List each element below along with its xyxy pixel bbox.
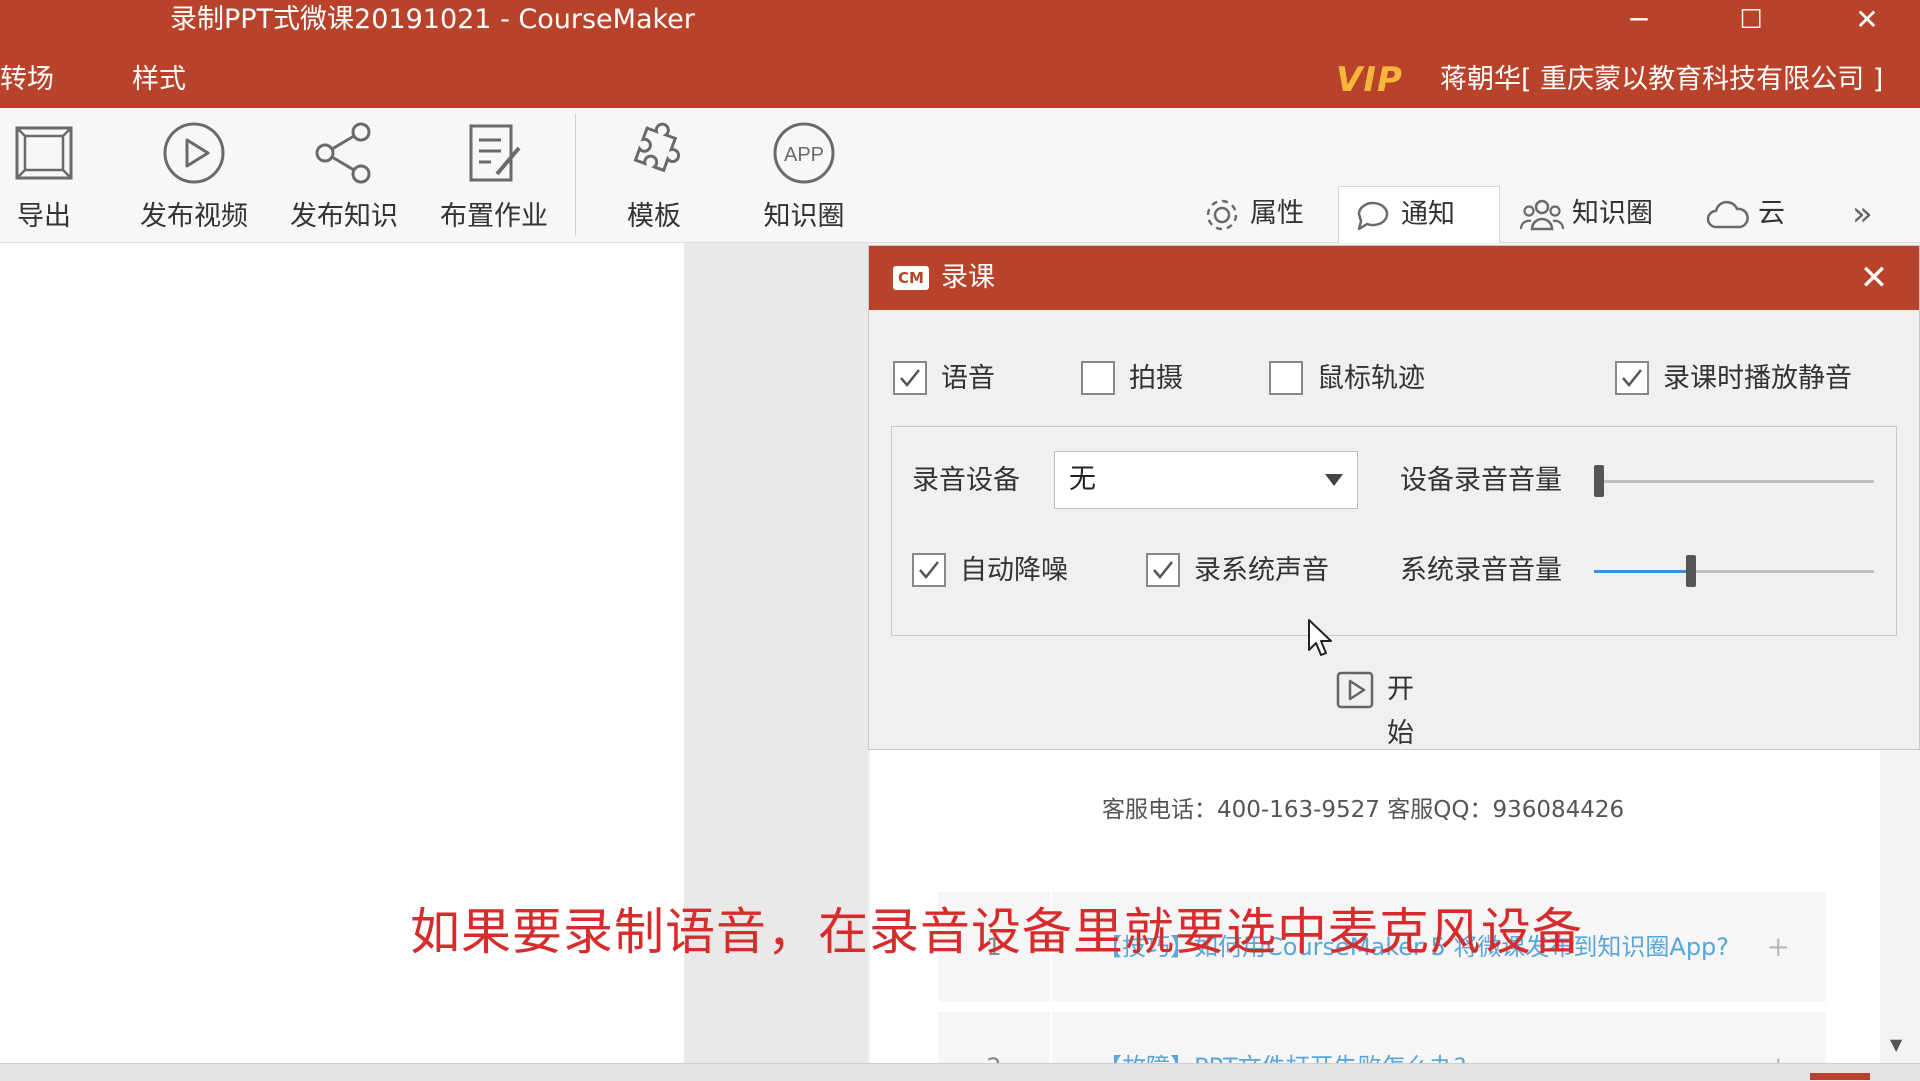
publish-video-label: 发布视频 bbox=[140, 201, 248, 232]
play-circle-icon bbox=[163, 122, 225, 184]
maximize-button[interactable]: ☐ bbox=[1716, 0, 1786, 40]
status-bar-accent bbox=[1810, 1073, 1870, 1080]
export-frame-icon bbox=[15, 126, 73, 180]
publish-knowledge-button[interactable]: 发布知识 bbox=[274, 108, 414, 242]
tab-notifications-label: 通知 bbox=[1401, 199, 1455, 230]
checkmark-icon bbox=[1153, 561, 1173, 579]
faq-link[interactable]: 【故障】PPT文件打开失败怎么办? bbox=[1098, 1012, 1466, 1063]
minimize-button[interactable]: ─ bbox=[1604, 0, 1674, 40]
checkmark-icon bbox=[900, 369, 920, 387]
assignment-edit-icon bbox=[469, 124, 521, 182]
title-bar: 录制PPT式微课20191021 - CourseMaker ─ ☐ ✕ bbox=[0, 0, 1920, 40]
recording-device-label: 录音设备 bbox=[912, 465, 1020, 496]
tab-properties[interactable]: 属性 bbox=[1190, 186, 1316, 242]
share-icon bbox=[315, 122, 371, 184]
svg-text:APP: APP bbox=[784, 144, 824, 166]
export-label: 导出 bbox=[17, 201, 71, 232]
system-volume-label: 系统录音音量 bbox=[1400, 555, 1562, 586]
start-record-label: 开始 bbox=[1387, 674, 1414, 749]
voice-label: 语音 bbox=[941, 363, 995, 394]
mute-playback-label: 录课时播放静音 bbox=[1663, 363, 1852, 394]
gear-icon bbox=[1206, 199, 1238, 230]
assign-homework-button[interactable]: 布置作业 bbox=[424, 108, 564, 242]
assign-homework-label: 布置作业 bbox=[440, 201, 548, 232]
noise-reduction-label: 自动降噪 bbox=[960, 555, 1068, 586]
system-volume-fill bbox=[1594, 570, 1687, 573]
menu-bar: 转场 样式 VIP 蒋朝华[ 重庆蒙以教育科技有限公司 ] bbox=[0, 40, 1920, 108]
system-sound-label: 录系统声音 bbox=[1194, 555, 1329, 586]
vip-badge[interactable]: VIP bbox=[1336, 60, 1403, 100]
audio-settings-group: 录音设备 无 设备录音音量 自动降噪 录系统声音 系统录音音量 bbox=[891, 426, 1897, 636]
more-tabs-chevron-icon[interactable]: » bbox=[1852, 186, 1873, 242]
user-account-label[interactable]: 蒋朝华[ 重庆蒙以教育科技有限公司 ] bbox=[1440, 40, 1883, 108]
puzzle-icon bbox=[633, 122, 681, 173]
voice-checkbox[interactable] bbox=[893, 361, 927, 395]
toolbar-divider bbox=[575, 114, 576, 236]
record-dialog-close-icon[interactable]: ✕ bbox=[1839, 246, 1909, 310]
chat-bubble-icon bbox=[1357, 201, 1389, 230]
mouse-trail-label: 鼠标轨迹 bbox=[1317, 363, 1425, 394]
faq-number: 2 bbox=[938, 1012, 1052, 1063]
people-icon bbox=[1519, 199, 1565, 230]
customer-service-contact: 客服电话：400-163-9527 客服QQ：936084426 bbox=[1102, 797, 1625, 823]
mute-playback-checkbox[interactable] bbox=[1615, 361, 1649, 395]
record-dialog-title: 录课 bbox=[941, 262, 995, 293]
camera-checkbox[interactable] bbox=[1081, 361, 1115, 395]
video-subtitle: 如果要录制语音，在录音设备里就要选中麦克风设备 bbox=[410, 903, 1583, 961]
faq-item[interactable]: 2 【故障】PPT文件打开失败怎么办? + bbox=[938, 1012, 1826, 1063]
scroll-down-arrow-icon[interactable]: ▼ bbox=[1890, 1035, 1902, 1054]
coursemaker-logo: CM bbox=[893, 266, 929, 290]
tab-knowledge-circle[interactable]: 知识圈 bbox=[1508, 186, 1665, 242]
device-volume-slider[interactable] bbox=[1594, 480, 1874, 483]
close-button[interactable]: ✕ bbox=[1832, 0, 1902, 40]
dropdown-arrow-icon bbox=[1325, 474, 1343, 486]
checkmark-icon bbox=[919, 561, 939, 579]
tab-notifications[interactable]: 通知 bbox=[1338, 186, 1500, 243]
system-volume-thumb[interactable] bbox=[1686, 555, 1697, 587]
knowledge-circle-label: 知识圈 bbox=[763, 201, 845, 232]
cloud-icon bbox=[1706, 200, 1749, 228]
noise-reduction-checkbox[interactable] bbox=[912, 553, 946, 587]
status-bar bbox=[0, 1063, 1920, 1081]
record-dialog: CM 录课 ✕ 语音 拍摄 鼠标轨迹 录课时播放静音 录音设备 无 设备录音音量 bbox=[868, 245, 1920, 750]
window-title: 录制PPT式微课20191021 - CourseMaker bbox=[170, 4, 695, 35]
tab-properties-label: 属性 bbox=[1250, 198, 1304, 229]
ribbon-toolbar: 导出 发布视频 发布知识 布置作业 模板 APP 知识圈 属性 通知 知识圈 云… bbox=[0, 108, 1920, 243]
expand-plus-icon[interactable]: + bbox=[1767, 1012, 1790, 1063]
device-volume-thumb[interactable] bbox=[1594, 465, 1604, 497]
device-volume-label: 设备录音音量 bbox=[1400, 465, 1562, 496]
play-square-icon bbox=[1336, 671, 1374, 709]
menu-transition[interactable]: 转场 bbox=[0, 40, 54, 108]
tab-cloud-label: 云 bbox=[1758, 198, 1785, 229]
template-label: 模板 bbox=[627, 201, 681, 232]
camera-label: 拍摄 bbox=[1129, 363, 1183, 394]
publish-video-button[interactable]: 发布视频 bbox=[124, 108, 264, 242]
knowledge-circle-button[interactable]: APP 知识圈 bbox=[734, 108, 874, 242]
expand-plus-icon[interactable]: + bbox=[1767, 892, 1790, 1002]
mouse-cursor-icon bbox=[1308, 619, 1332, 656]
template-button[interactable]: 模板 bbox=[584, 108, 724, 242]
tab-knowledge-circle-label: 知识圈 bbox=[1572, 198, 1653, 229]
export-button[interactable]: 导出 bbox=[0, 108, 114, 242]
tab-cloud[interactable]: 云 bbox=[1694, 186, 1797, 242]
record-dialog-header: CM 录课 ✕ bbox=[869, 246, 1919, 310]
mouse-trail-checkbox[interactable] bbox=[1269, 361, 1303, 395]
menu-style[interactable]: 样式 bbox=[132, 40, 186, 108]
app-circle-icon: APP bbox=[773, 122, 835, 184]
recording-device-select[interactable]: 无 bbox=[1054, 451, 1358, 509]
checkmark-icon bbox=[1622, 369, 1642, 387]
publish-knowledge-label: 发布知识 bbox=[290, 201, 398, 232]
system-sound-checkbox[interactable] bbox=[1146, 553, 1180, 587]
recording-device-value: 无 bbox=[1069, 464, 1096, 495]
